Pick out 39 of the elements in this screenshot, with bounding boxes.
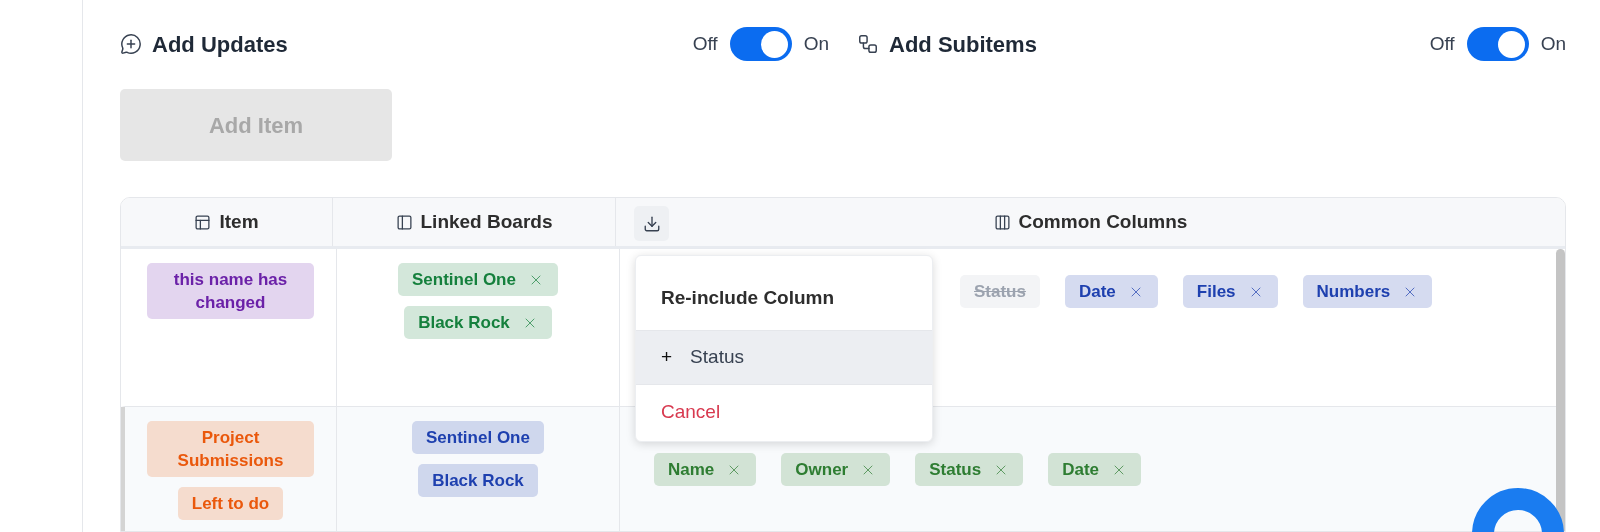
column-tag: Name [654, 453, 757, 486]
setting-title: Add Updates [152, 30, 288, 59]
toggle-on-label: On [803, 31, 829, 56]
column-tag: Date [1048, 453, 1142, 486]
board-tag: Black Rock [418, 464, 538, 497]
toggle-switch[interactable] [1466, 27, 1529, 61]
column-tag: Status [960, 275, 1040, 308]
setting-title: Add Subitems [889, 30, 1037, 59]
toggle-switch[interactable] [729, 27, 792, 61]
menu-option[interactable]: + Status [636, 330, 932, 385]
item-tag: this name has changed [147, 263, 314, 319]
column-header: Common Columns [1018, 209, 1188, 234]
column-tag: Status [915, 453, 1024, 486]
column-tag: Date [1064, 275, 1158, 308]
toggle-on-label: On [1540, 31, 1566, 56]
item-tag: Project Submissions [147, 421, 314, 477]
column-header: Item [219, 209, 259, 234]
column-icon [194, 213, 212, 231]
download-button[interactable] [634, 206, 669, 241]
board-tag: Black Rock [404, 306, 552, 339]
column-icon [395, 213, 413, 231]
download-icon [642, 214, 661, 233]
setting-icon [857, 33, 879, 55]
item-tag: Left to do [177, 487, 284, 520]
board-tag: Sentinel One [412, 421, 544, 454]
board-tag: Sentinel One [398, 263, 558, 296]
option-label: Status [690, 344, 744, 369]
setting-icon [120, 33, 142, 55]
column-tag: Owner [781, 453, 891, 486]
column-header: Linked Boards [420, 209, 553, 234]
plus-icon: + [661, 342, 673, 372]
column-tag: Numbers [1302, 275, 1433, 308]
scrollbar[interactable] [1556, 249, 1565, 531]
menu-title: Re-include Column [636, 256, 932, 331]
toggle-off-label: Off [1429, 31, 1455, 56]
toggle-off-label: Off [692, 31, 718, 56]
column-tag: Files [1182, 275, 1278, 308]
column-icon [993, 213, 1011, 231]
cancel-button[interactable]: Cancel [636, 384, 932, 441]
